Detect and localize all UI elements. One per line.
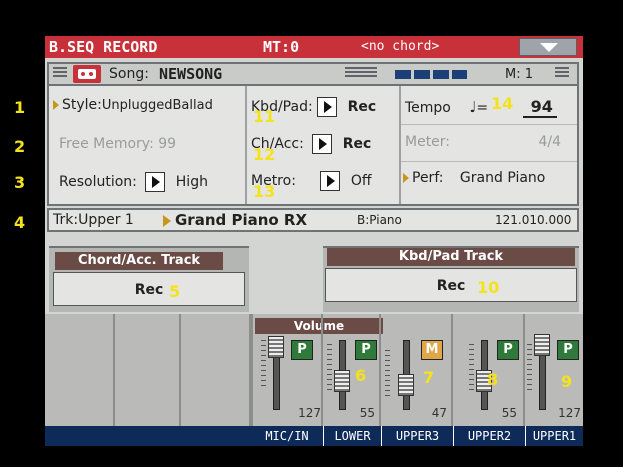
beat-indicator	[395, 70, 467, 79]
perf-value[interactable]: Grand Piano	[460, 170, 545, 186]
channel-strip-upper1: P 127	[525, 314, 583, 426]
kbd-pad-track-title: Kbd/Pad Track	[327, 248, 575, 266]
resolution-label: Resolution:	[59, 174, 137, 190]
chord-acc-track-value: Rec	[134, 282, 164, 298]
resolution-value[interactable]: High	[176, 174, 208, 190]
play-status-button[interactable]: P	[355, 340, 377, 360]
kbd-pad-track-button[interactable]: Rec	[325, 268, 577, 302]
selected-arrow-icon	[163, 215, 171, 227]
kbd-pad-track-panel: Kbd/Pad Track Rec	[323, 246, 579, 312]
mute-status-button[interactable]: M	[421, 340, 443, 360]
empty-channel-strip	[115, 314, 181, 426]
grip-icon	[555, 67, 569, 81]
channel-strip-upper3: M 47	[381, 314, 453, 426]
perf-row[interactable]: Perf: Grand Piano	[403, 170, 545, 186]
volume-value: 127	[298, 406, 321, 420]
volume-value: 55	[501, 406, 517, 420]
selected-arrow-icon	[403, 173, 409, 183]
annotation-12: 12	[253, 145, 276, 164]
annotation-3: 3	[14, 173, 26, 192]
resolution-arrow-button[interactable]	[145, 172, 166, 192]
song-name[interactable]: NEWSONG	[159, 65, 222, 83]
kbdpad-value[interactable]: Rec	[348, 99, 377, 115]
title-bar: B.SEQ RECORD MT:0 <no chord>	[45, 36, 583, 58]
song-prefix: Song:	[109, 66, 149, 82]
meter-track-indicator: MT:0	[263, 38, 300, 56]
play-status-button[interactable]: P	[497, 340, 519, 360]
annotation-13: 13	[253, 182, 276, 201]
display-screen: B.SEQ RECORD MT:0 <no chord> Song: NEWSO…	[45, 36, 583, 446]
grip-icon	[53, 67, 67, 81]
channel-strip-micin: P 127	[251, 314, 323, 426]
perf-label: Perf:	[412, 170, 444, 186]
song-position: 121.010.000	[495, 213, 572, 227]
kbd-pad-track-value: Rec	[436, 278, 466, 294]
mode-title: B.SEQ RECORD	[49, 38, 158, 56]
empty-channel-strip	[45, 314, 115, 426]
page-menu-button[interactable]	[519, 38, 577, 56]
style-row[interactable]: Style:UnpluggedBallad	[53, 97, 213, 113]
annotation-1: 1	[14, 98, 26, 117]
channel-name-upper2: UPPER2	[453, 426, 525, 446]
free-memory-value: 99	[158, 136, 177, 152]
chord-acc-track-button[interactable]: Rec	[53, 272, 245, 306]
channel-name-upper3: UPPER3	[381, 426, 453, 446]
volume-fader-knob[interactable]	[398, 374, 414, 396]
annotation-8: 8	[487, 370, 499, 389]
tempo-equals: =	[476, 100, 489, 116]
grip-icon	[345, 67, 377, 81]
chord-indicator: <no chord>	[361, 39, 440, 54]
channel-strip-lower: P 55	[323, 314, 381, 426]
annotation-4: 4	[14, 213, 26, 232]
song-cassette-icon	[73, 65, 101, 83]
style-label: Style:	[62, 97, 102, 113]
meter-value: 4/4	[538, 134, 561, 150]
play-status-button[interactable]: P	[557, 340, 579, 360]
annotation-5: 5	[169, 282, 181, 301]
annotation-14: 14	[491, 94, 514, 113]
annotation-6: 6	[355, 366, 367, 385]
volume-value: 47	[431, 406, 447, 420]
free-memory-label: Free Memory:	[59, 136, 154, 152]
style-value[interactable]: UnpluggedBallad	[102, 98, 213, 113]
chacc-arrow-button[interactable]	[312, 134, 333, 154]
bank-name: B:Piano	[357, 213, 402, 227]
free-memory-row: Free Memory: 99	[59, 136, 176, 152]
empty-channel-strip	[181, 314, 251, 426]
volume-fader-knob[interactable]	[534, 334, 550, 356]
meter-row: Meter: 4/4	[405, 134, 575, 150]
play-status-button[interactable]: P	[291, 340, 313, 360]
volume-fader-knob[interactable]	[268, 336, 284, 358]
channel-name-micin: MIC/IN	[251, 426, 323, 446]
measure-counter: M: 1	[505, 67, 533, 82]
chord-acc-track-panel: Chord/Acc. Track Rec	[49, 246, 249, 312]
annotation-10: 10	[477, 278, 500, 297]
song-bar: Song: NEWSONG M: 1	[49, 64, 577, 86]
chacc-value[interactable]: Rec	[343, 136, 372, 152]
volume-value: 55	[359, 406, 375, 420]
sound-name[interactable]: Grand Piano RX	[175, 211, 307, 229]
meter-label: Meter:	[405, 134, 451, 150]
track-info-bar: Trk:Upper 1 Grand Piano RX B:Piano 121.0…	[47, 208, 579, 232]
annotation-11: 11	[253, 107, 276, 126]
annotation-7: 7	[423, 368, 435, 387]
annotation-9: 9	[561, 372, 573, 391]
volume-value: 127	[558, 406, 581, 420]
main-panel: Song: NEWSONG M: 1 Style:UnpluggedBallad…	[47, 62, 579, 206]
chord-acc-track-title: Chord/Acc. Track	[55, 252, 223, 270]
tempo-label: Tempo	[405, 100, 451, 116]
channel-name-lower: LOWER	[323, 426, 381, 446]
track-name: Trk:Upper 1	[53, 212, 134, 228]
tempo-row: Tempo ♩= 94	[405, 97, 557, 118]
channel-name-upper1: UPPER1	[525, 426, 583, 446]
kbdpad-arrow-button[interactable]	[317, 97, 338, 117]
dropdown-triangle-icon	[540, 43, 558, 52]
metro-arrow-button[interactable]	[320, 171, 341, 191]
annotation-2: 2	[14, 137, 26, 156]
tempo-value[interactable]: 94	[522, 97, 557, 118]
metro-value[interactable]: Off	[351, 173, 372, 189]
volume-fader-knob[interactable]	[334, 370, 350, 392]
resolution-row: Resolution: High	[59, 172, 208, 192]
selected-arrow-icon	[53, 100, 59, 110]
